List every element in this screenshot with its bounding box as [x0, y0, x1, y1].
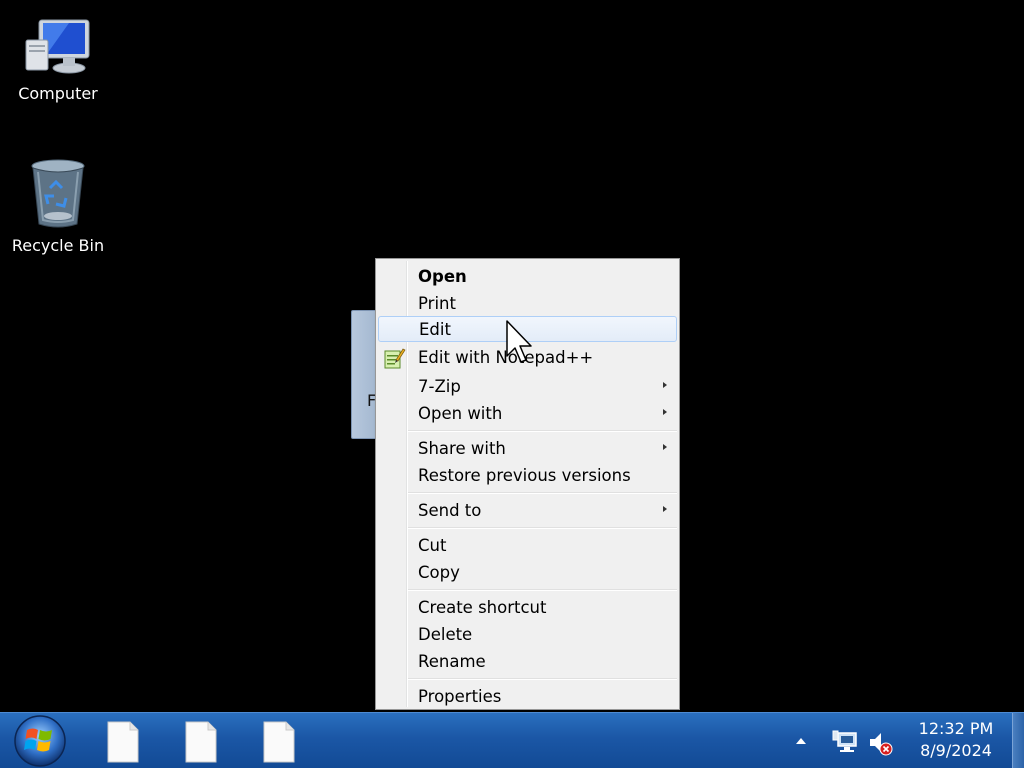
menu-item-label: Share with: [418, 439, 506, 458]
system-clock[interactable]: 12:32 PM 8/9/2024: [906, 718, 1006, 762]
menu-separator: [408, 589, 677, 591]
menu-item-label: Create shortcut: [418, 598, 547, 617]
menu-item-7-zip[interactable]: 7-Zip: [378, 374, 677, 400]
volume-muted-icon[interactable]: [868, 730, 894, 756]
menu-item-send-to[interactable]: Send to: [378, 498, 677, 524]
submenu-arrow-icon: [663, 506, 667, 512]
menu-item-label: Print: [418, 294, 456, 313]
menu-separator: [408, 527, 677, 529]
desktop-icon-computer[interactable]: Computer: [8, 18, 108, 103]
desktop-icon-label: Computer: [18, 84, 98, 103]
file-icon[interactable]: [106, 721, 140, 763]
show-hidden-icons-arrow-icon[interactable]: [796, 738, 806, 744]
menu-item-label: Copy: [418, 563, 460, 582]
menu-item-label: Rename: [418, 652, 486, 671]
file-icon[interactable]: [262, 721, 296, 763]
menu-item-label: Cut: [418, 536, 447, 555]
desktop-icon-recycle-bin[interactable]: Recycle Bin: [8, 158, 108, 255]
taskbar: 12:32 PM 8/9/2024: [0, 712, 1024, 768]
file-icon[interactable]: [184, 721, 218, 763]
notepad-plus-plus-icon: [384, 348, 406, 369]
computer-icon: [25, 19, 90, 74]
menu-item-label: Edit: [419, 320, 451, 339]
submenu-arrow-icon: [663, 444, 667, 450]
menu-separator: [408, 492, 677, 494]
recycle-bin-icon: [31, 159, 85, 228]
menu-item-label: Properties: [418, 687, 502, 706]
menu-item-label: Send to: [418, 501, 482, 520]
menu-item-restore-previous-versions[interactable]: Restore previous versions: [378, 463, 677, 489]
menu-item-label: Restore previous versions: [418, 466, 631, 485]
menu-item-print[interactable]: Print: [378, 291, 677, 317]
menu-separator: [408, 430, 677, 432]
menu-item-label: Delete: [418, 625, 473, 644]
menu-item-open-with[interactable]: Open with: [378, 401, 677, 427]
menu-item-open[interactable]: Open: [378, 264, 677, 290]
mouse-pointer-icon: [506, 320, 532, 363]
menu-item-rename[interactable]: Rename: [378, 649, 677, 675]
desktop[interactable]: Computer Recycle Bin F Open Print Edit E…: [0, 0, 1024, 768]
menu-item-properties[interactable]: Properties: [378, 684, 677, 710]
menu-separator: [408, 678, 677, 680]
clock-date: 8/9/2024: [920, 741, 992, 760]
clock-time: 12:32 PM: [918, 719, 994, 738]
submenu-arrow-icon: [663, 382, 667, 388]
windows-start-orb-icon[interactable]: [12, 714, 68, 768]
submenu-arrow-icon: [663, 409, 667, 415]
menu-item-label: Open with: [418, 404, 503, 423]
menu-item-delete[interactable]: Delete: [378, 622, 677, 648]
menu-item-share-with[interactable]: Share with: [378, 436, 677, 462]
network-icon[interactable]: [832, 730, 858, 754]
menu-item-cut[interactable]: Cut: [378, 533, 677, 559]
show-desktop-button[interactable]: [1012, 713, 1024, 768]
menu-item-copy[interactable]: Copy: [378, 560, 677, 586]
menu-item-label: Open: [418, 267, 467, 286]
desktop-icon-label: Recycle Bin: [11, 236, 105, 255]
menu-item-create-shortcut[interactable]: Create shortcut: [378, 595, 677, 621]
menu-item-label: 7-Zip: [418, 377, 461, 396]
